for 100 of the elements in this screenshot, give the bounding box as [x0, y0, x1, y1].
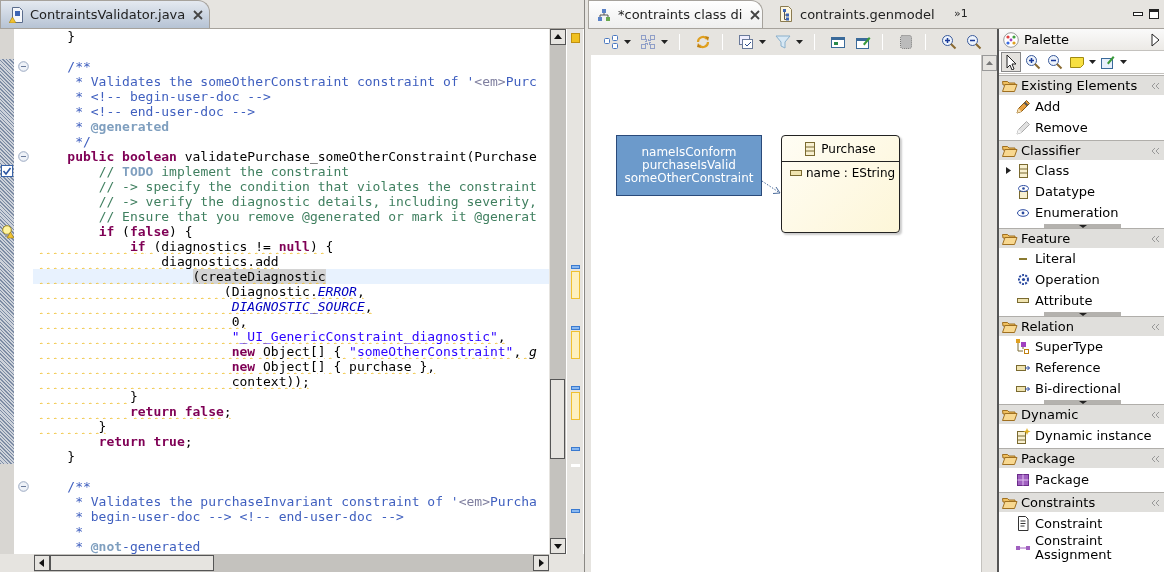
- palette-item[interactable]: Constraint: [999, 513, 1164, 534]
- pencil-icon: [1016, 99, 1030, 114]
- drawer-header[interactable]: Package: [999, 449, 1164, 468]
- folder-icon: [1001, 231, 1018, 246]
- lightbulb-icon: [1, 225, 14, 239]
- tree-file-icon: [779, 6, 793, 22]
- scroll-thumb[interactable]: [550, 379, 565, 459]
- drawer-header[interactable]: Classifier: [999, 141, 1164, 160]
- file-icon: [9, 6, 23, 23]
- code-line: }: [66, 449, 76, 464]
- code-line: /**: [66, 479, 91, 494]
- folder-icon: [1001, 78, 1018, 93]
- arrow-icon: [1016, 385, 1030, 392]
- folder-icon: [1001, 407, 1018, 422]
- palette-item[interactable]: Class: [999, 160, 1164, 181]
- code-line: // -> verify the diagnostic details, including severity,: [97, 194, 537, 209]
- zoom-out-tool[interactable]: [1045, 52, 1065, 72]
- editor-tab[interactable]: ContraintsValidator.java: [0, 0, 210, 28]
- palette-item[interactable]: SuperType: [999, 336, 1164, 357]
- task-icon: [1, 165, 13, 177]
- folder-icon: [1001, 319, 1018, 334]
- zoom-in-tool[interactable]: [1023, 52, 1043, 72]
- hierarchy-icon: [1016, 339, 1030, 354]
- code-line: context));: [230, 374, 310, 389]
- palette-item[interactable]: Enumeration: [999, 202, 1164, 223]
- class-star-icon: [1015, 427, 1031, 444]
- expand-icon[interactable]: [1006, 167, 1011, 174]
- diagram-icon: [597, 7, 611, 22]
- code-line: new Object[] { purchase },: [230, 359, 436, 374]
- palette-item[interactable]: Dynamic instance: [999, 425, 1164, 446]
- palette-item[interactable]: Attribute: [999, 290, 1164, 311]
- attribute-icon: [1017, 298, 1029, 303]
- drawer-header[interactable]: Feature: [999, 229, 1164, 248]
- scroll-right-button[interactable]: [533, 555, 549, 571]
- code-line: * Validates the purchaseInvariant constraint of '<em>Purcha: [74, 494, 537, 509]
- horizontal-scrollbar[interactable]: [34, 554, 549, 572]
- drawer-header[interactable]: Existing Elements: [999, 76, 1164, 95]
- palette-item[interactable]: Datatype: [999, 181, 1164, 202]
- code-line: 0,: [230, 314, 248, 329]
- class-icon: [1018, 163, 1028, 178]
- arrow-icon: [1016, 364, 1030, 371]
- class-name: Purchase: [821, 141, 876, 156]
- drawer-header[interactable]: Relation: [999, 317, 1164, 336]
- code-line: /**: [66, 59, 91, 74]
- code-line: new Object[] { "someOtherConstraint", g: [230, 344, 537, 359]
- scroll-thumb[interactable]: [50, 555, 214, 571]
- collapse-icon[interactable]: [18, 481, 29, 492]
- gear-icon: [1017, 274, 1029, 285]
- datatype-icon: [1017, 184, 1029, 199]
- literal-icon: [1019, 257, 1027, 260]
- code-line: // -> specify the condition that violates the constraint: [97, 179, 537, 194]
- folder-icon: [1001, 495, 1018, 510]
- code-line: if (diagnostics != null) {: [128, 239, 334, 254]
- document-icon: [1017, 516, 1029, 531]
- palette-item[interactable]: Constraint Assignment: [999, 534, 1164, 562]
- class-icon: [805, 141, 816, 156]
- palette-item[interactable]: Literal: [999, 248, 1164, 269]
- code-line: }: [66, 29, 76, 44]
- enumeration-icon: [1017, 208, 1029, 217]
- collapse-icon[interactable]: [18, 151, 29, 162]
- code-line: public boolean validatePurchase_someOtherConstraint(Purchase: [66, 149, 537, 164]
- code-line: DIAGNOSTIC_SOURCE,: [230, 299, 373, 314]
- vertical-scrollbar[interactable]: [549, 29, 566, 554]
- palette-item[interactable]: Reference: [999, 357, 1164, 378]
- scroll-left-button[interactable]: [34, 555, 50, 571]
- code-line: // TODO implement the constraint: [97, 164, 350, 179]
- code-line: * <!-- end-user-doc -->: [74, 104, 256, 119]
- package-icon: [1017, 473, 1029, 486]
- collapse-palette-icon[interactable]: [1151, 32, 1160, 47]
- drawer-header[interactable]: Dynamic: [999, 405, 1164, 424]
- close-icon[interactable]: [192, 8, 205, 21]
- caret-icon[interactable]: [1089, 60, 1096, 64]
- scroll-down-button[interactable]: [550, 538, 566, 554]
- code-line: }: [97, 419, 107, 434]
- code-line: *: [74, 524, 83, 539]
- collapse-icon[interactable]: [18, 61, 29, 72]
- code-line: if (false) {: [97, 224, 193, 239]
- palette-item[interactable]: Bi-directional: [999, 378, 1164, 399]
- palette-item[interactable]: Remove: [999, 117, 1164, 138]
- drawer-header[interactable]: Constraints: [999, 493, 1164, 512]
- code-line: * begin-user-doc --> <!-- end-user-doc -->: [74, 509, 404, 524]
- code-line: * <!-- begin-user-doc -->: [74, 89, 271, 104]
- connector-icon: [1016, 546, 1030, 550]
- code-line: return false;: [128, 404, 232, 419]
- code-line: * @generated: [74, 119, 170, 134]
- palette-item[interactable]: Operation: [999, 269, 1164, 290]
- code-line: (Diagnostic.ERROR,: [222, 284, 365, 299]
- palette-icon: [1003, 31, 1019, 48]
- palette-title: Palette: [1024, 32, 1071, 47]
- dependency-arrow[interactable]: [761, 180, 781, 194]
- pencil-icon: [1016, 120, 1030, 135]
- pointer-tool[interactable]: [1001, 52, 1021, 72]
- constraint-name: someOtherConstraint: [624, 172, 754, 185]
- close-icon[interactable]: [749, 8, 762, 21]
- code-line: "_UI_GenericConstraint_diagnostic",: [230, 329, 506, 344]
- palette-item[interactable]: Add: [999, 96, 1164, 117]
- constraint-name: nameIsConform: [641, 146, 737, 159]
- caret-icon[interactable]: [1120, 60, 1127, 64]
- palette-item[interactable]: Package: [999, 469, 1164, 490]
- scroll-up-button[interactable]: [550, 29, 566, 45]
